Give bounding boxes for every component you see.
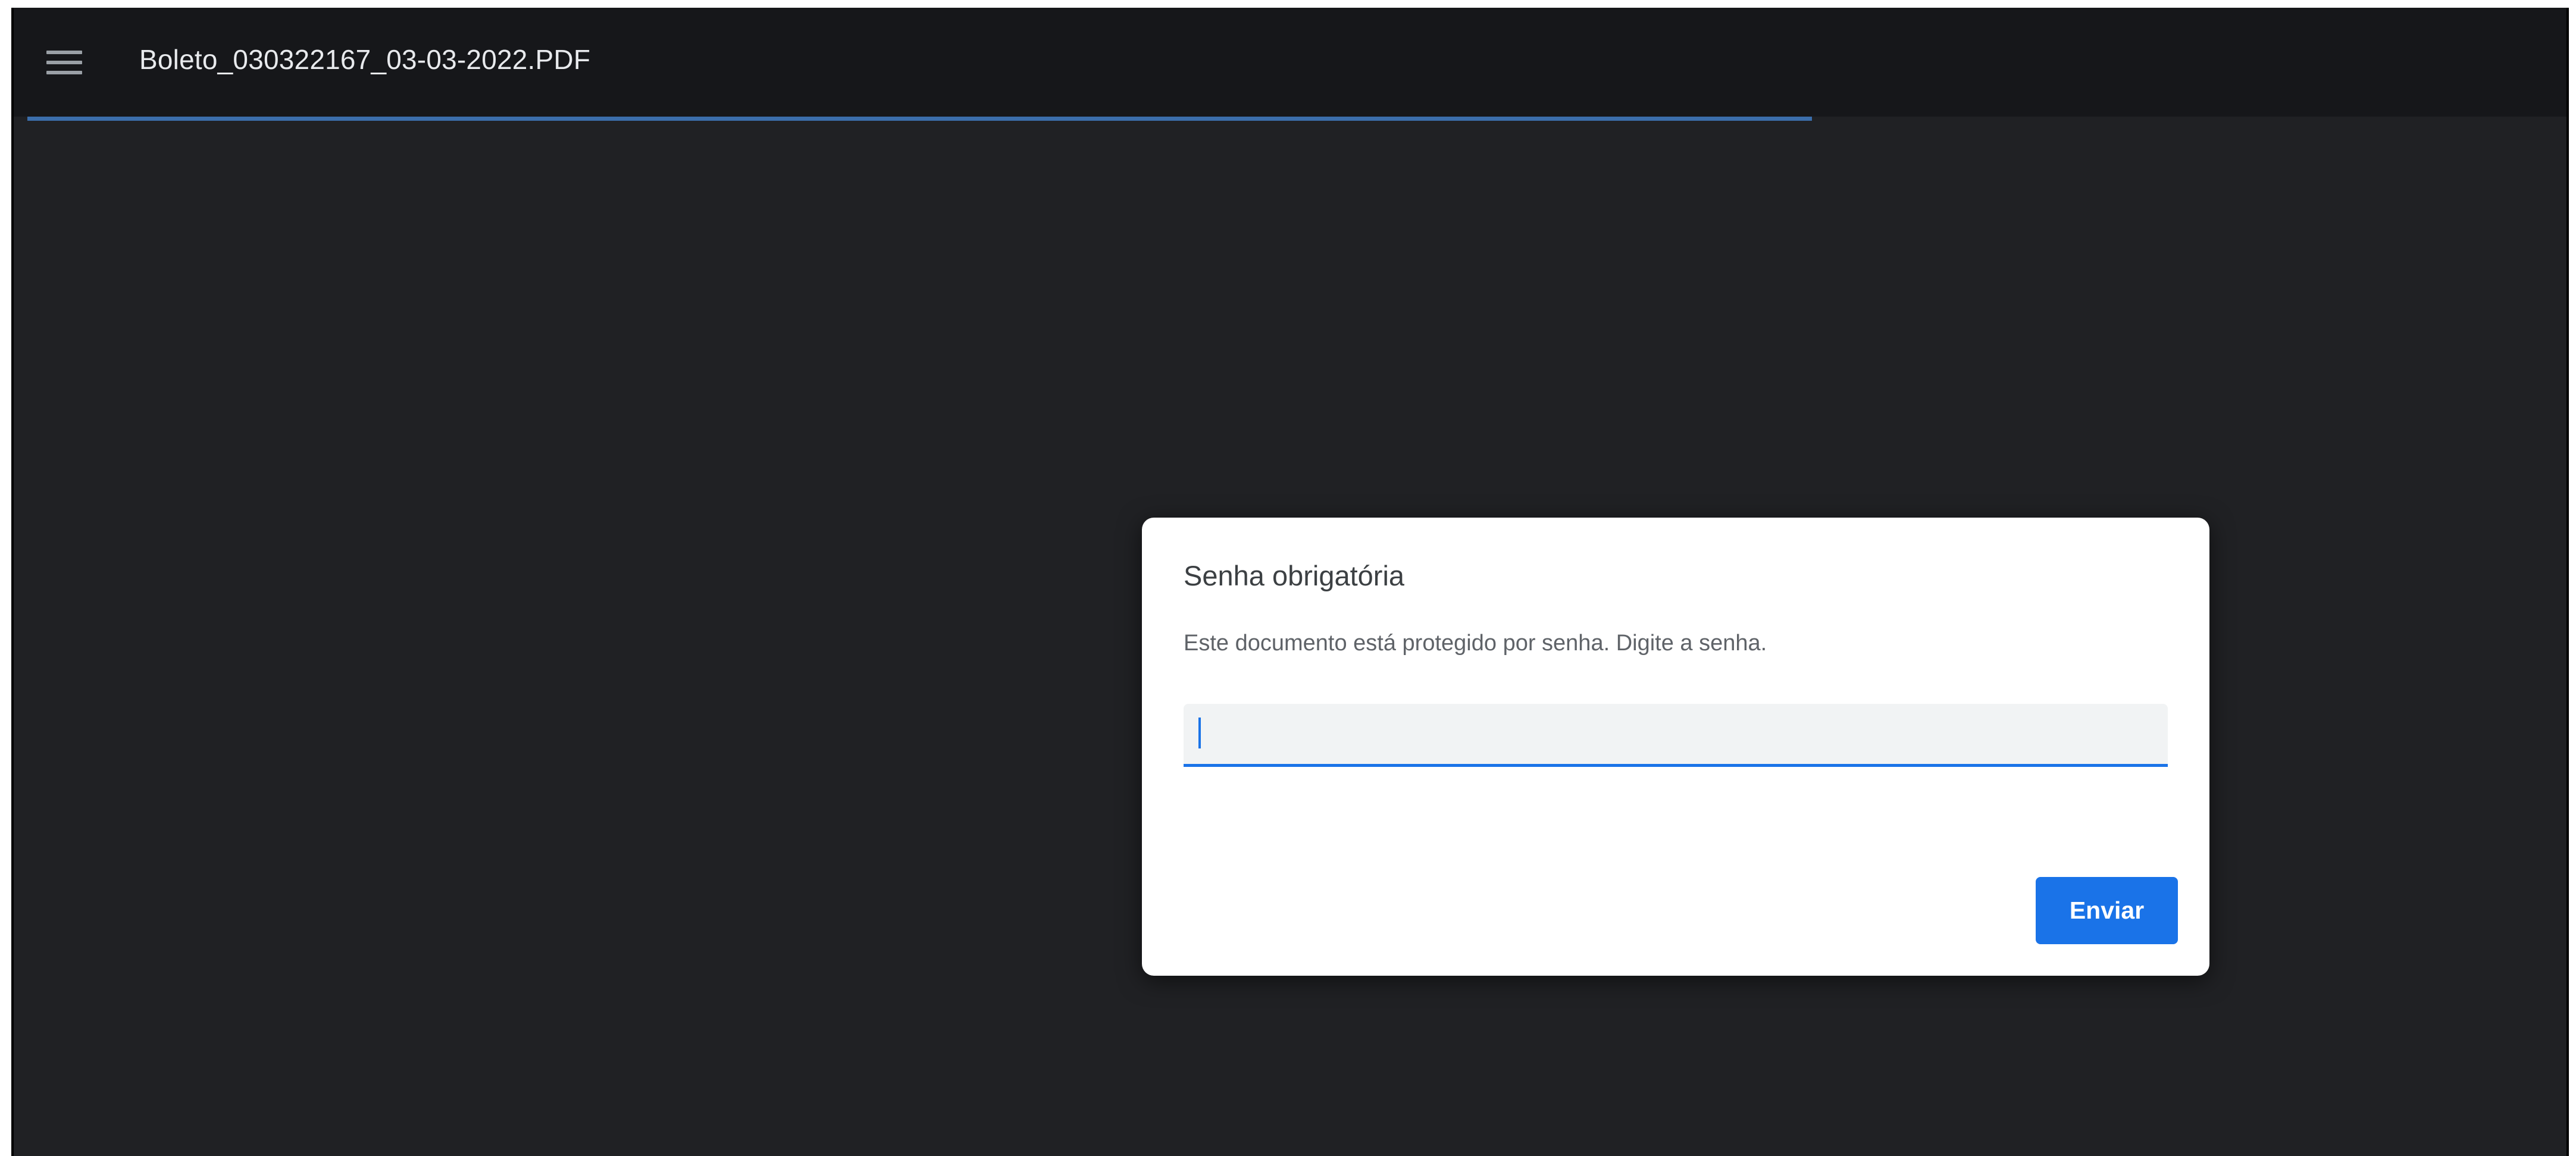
hamburger-menu-icon[interactable] [46,48,82,77]
password-dialog: Senha obrigatória Este documento está pr… [1142,518,2209,976]
menu-icon-line [46,51,82,54]
document-title: Boleto_030322167_03-03-2022.PDF [139,44,591,75]
loading-progress-bar [27,117,1812,121]
dialog-message: Este documento está protegido por senha.… [1184,631,1767,656]
password-input[interactable] [1184,704,2168,767]
dialog-title: Senha obrigatória [1184,560,1405,591]
app-window: Boleto_030322167_03-03-2022.PDF Senha ob… [0,0,2576,1156]
menu-icon-line [46,71,82,74]
menu-icon-line [46,61,82,64]
pdf-toolbar: Boleto_030322167_03-03-2022.PDF [14,8,2566,117]
pdf-viewer: Boleto_030322167_03-03-2022.PDF Senha ob… [11,8,2569,1156]
submit-button[interactable]: Enviar [2036,877,2178,944]
text-caret [1198,718,1201,748]
